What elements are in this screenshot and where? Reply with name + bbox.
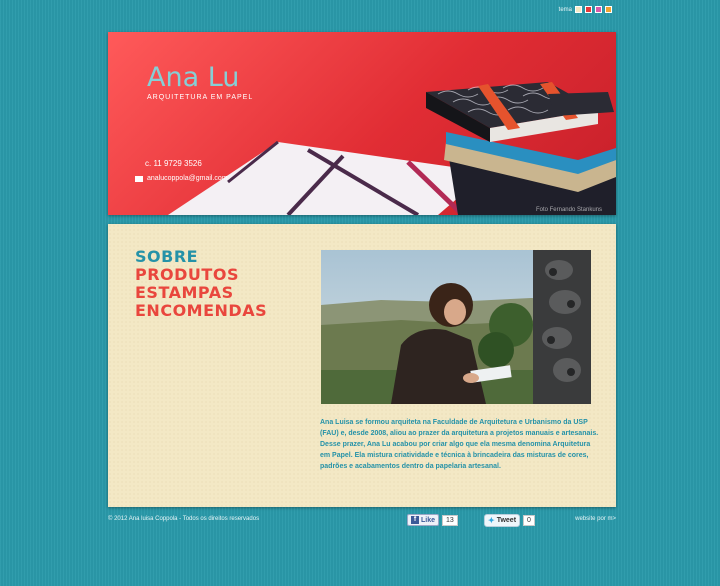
tweet-count: 0 (523, 515, 535, 526)
theme-swatch-orange[interactable] (605, 6, 612, 13)
like-button[interactable]: f Like (407, 514, 440, 526)
profile-photo (321, 250, 591, 404)
like-count: 13 (442, 514, 458, 526)
twitter-tweet: ✦ Tweet 0 (484, 514, 535, 527)
facebook-icon: f (411, 516, 419, 524)
theme-swatch-pink[interactable] (595, 6, 602, 13)
mail-icon (135, 175, 143, 182)
theme-selector: tema (559, 6, 612, 13)
tweet-button[interactable]: ✦ Tweet (484, 514, 521, 527)
theme-swatch-red[interactable] (585, 6, 592, 13)
about-text: Ana Luisa se formou arquiteta na Faculda… (320, 419, 599, 470)
footer: © 2012 Ana luisa Coppola - Todos os dire… (108, 514, 616, 530)
website-credit[interactable]: website por m> (575, 516, 616, 522)
main-nav: SOBRE PRODUTOS ESTAMPAS ENCOMENDAS (135, 248, 267, 320)
header-banner: Ana Lu ARQUITETURA EM PAPEL c. 11 9729 3… (108, 32, 616, 215)
phone-number: c. 11 9729 3526 (145, 159, 202, 168)
banner-illustration (168, 82, 616, 215)
nav-item-produtos[interactable]: PRODUTOS (135, 266, 267, 284)
logo-subtitle: ARQUITETURA EM PAPEL (147, 94, 254, 101)
email-contact[interactable]: analucoppola@gmail.com (135, 175, 228, 182)
like-label: Like (421, 516, 436, 524)
nav-item-sobre[interactable]: SOBRE (135, 248, 267, 266)
nav-item-encomendas[interactable]: ENCOMENDAS (135, 302, 267, 320)
photo-credit: Foto Fernando Stankuns (535, 207, 602, 213)
nav-item-estampas[interactable]: ESTAMPAS (135, 284, 267, 302)
twitter-bird-icon: ✦ (488, 516, 495, 525)
logo-title[interactable]: Ana Lu (147, 62, 239, 93)
theme-label: tema (558, 6, 572, 13)
email-address[interactable]: analucoppola@gmail.com (147, 175, 228, 182)
tweet-label: Tweet (496, 517, 517, 524)
facebook-like: f Like 13 (407, 514, 458, 526)
copyright: © 2012 Ana luisa Coppola - Todos os dire… (108, 516, 260, 522)
theme-swatch-cream[interactable] (575, 6, 582, 13)
main-content: SOBRE PRODUTOS ESTAMPAS ENCOMENDAS Ana L… (108, 224, 616, 507)
